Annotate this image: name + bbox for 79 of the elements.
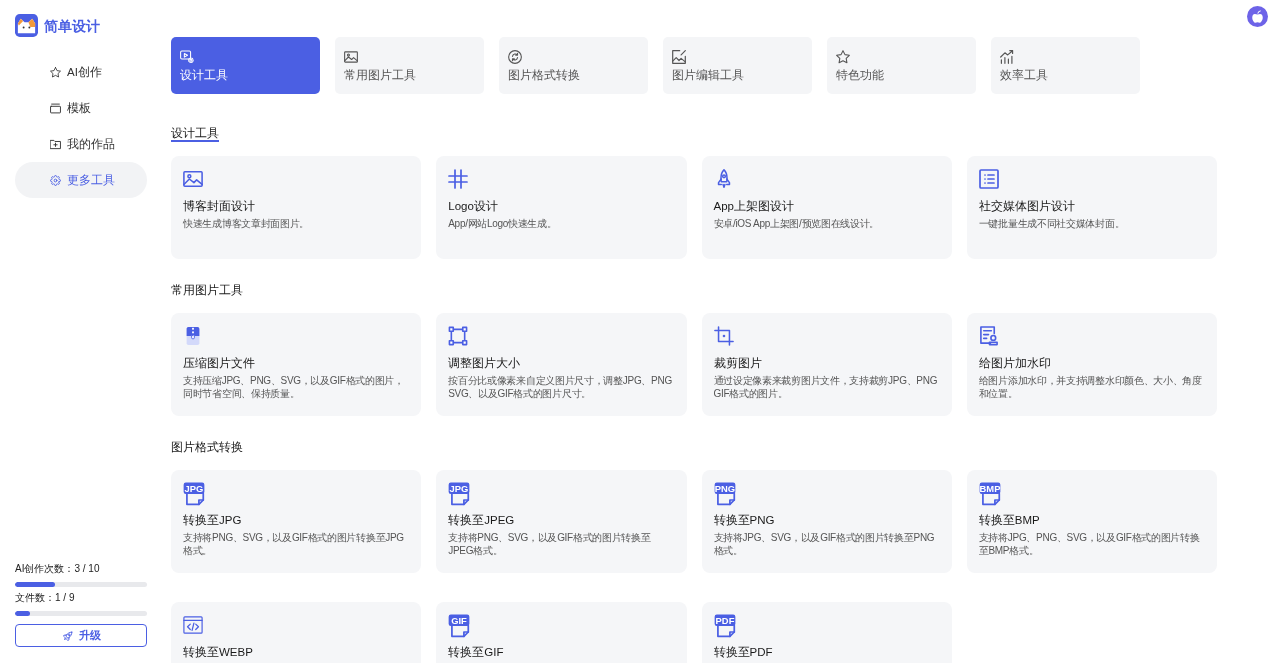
card-title: 转换至BMP <box>978 513 1040 528</box>
card-title: 压缩图片文件 <box>183 356 255 371</box>
card-description: 支持将PNG、SVG，以及GIF格式的图片转换至JPG格式。 <box>183 531 405 557</box>
category-tab[interactable]: 特色功能 <box>827 37 976 94</box>
card-description: 按百分比或像素来自定义图片尺寸，调整JPG、PNG SVG、以及GIF格式的图片尺寸。 <box>448 374 673 400</box>
tool-card[interactable]: 调整图片大小 按百分比或像素来自定义图片尺寸，调整JPG、PNG SVG、以及GIF格式的图片尺寸。 <box>436 313 687 416</box>
box-icon <box>50 102 61 114</box>
card-description: 通过设定像素来裁剪图片文件，支持裁剪JPG、PNG GIF格式的图片。 <box>713 374 939 400</box>
image-icon <box>344 50 358 64</box>
tool-card[interactable]: 博客封面设计 快速生成博客文章封面图片。 <box>171 156 422 259</box>
section-heading: 设计工具 <box>171 126 219 141</box>
section-heading: 图片格式转换 <box>171 440 243 455</box>
usage-label: AI创作次数：3 / 10 <box>15 562 101 576</box>
section-heading: 常用图片工具 <box>171 283 243 298</box>
stamp-document-icon <box>978 326 999 346</box>
tool-card[interactable]: JPG 转换至JPEG 支持将PNG、SVG，以及GIF格式的图片转换至JPEG格式。 <box>436 470 687 573</box>
sidebar-nav-item[interactable]: AI创作 <box>15 54 147 90</box>
image-edit-icon <box>672 50 686 64</box>
card-title: 转换至JPG <box>183 513 242 528</box>
card-title: 调整图片大小 <box>448 356 521 371</box>
sync-icon <box>508 50 522 64</box>
card-title: 转换至WEBP <box>183 645 253 660</box>
card-title: App上架图设计 <box>713 199 794 214</box>
video-gear-icon <box>180 50 194 64</box>
card-description: 支持将JPG、SVG，以及GIF格式的图片转换至PNG格式。 <box>713 531 936 557</box>
list-icon <box>978 169 999 189</box>
card-title: 给图片加水印 <box>978 356 1051 371</box>
card-description: 一键批量生成不同社交媒体封面。 <box>978 217 1125 230</box>
card-title: 裁剪图片 <box>713 356 762 371</box>
settings-icon <box>50 174 61 186</box>
tool-card[interactable]: BMP 转换至BMP 支持将JPG、PNG、SVG，以及GIF格式的图片转换至BMP格式。 <box>966 470 1217 573</box>
card-description: 支持压缩JPG、PNG、SVG，以及GIF格式的图片，同时节省空间、保持质量。 <box>183 374 405 400</box>
chart-up-icon <box>1000 50 1014 64</box>
star-icon <box>836 50 850 64</box>
card-title: 社交媒体图片设计 <box>978 199 1075 214</box>
upgrade-rocket-icon <box>61 629 74 642</box>
image-icon <box>183 169 203 189</box>
code-window-icon <box>183 615 203 635</box>
resize-icon <box>448 326 469 346</box>
sidebar-nav-item[interactable]: 更多工具 <box>15 162 147 198</box>
tool-card[interactable]: Logo设计 App/网站Logo快速生成。 <box>436 156 687 259</box>
card-title: 博客封面设计 <box>183 199 255 214</box>
category-tab[interactable]: 图片编辑工具 <box>663 37 812 94</box>
sidebar-nav-item[interactable]: 模板 <box>15 90 147 126</box>
hash-icon <box>448 169 469 189</box>
card-description: 安卓/iOS App上架图/预览图在线设计。 <box>713 217 880 230</box>
tool-card[interactable]: 给图片加水印 给图片添加水印，并支持调整水印颜色、大小、角度和位置。 <box>966 313 1217 416</box>
category-tab[interactable]: 效率工具 <box>991 37 1140 94</box>
card-title: 转换至GIF <box>448 645 504 660</box>
tool-card[interactable]: PNG 转换至PNG 支持将JPG、SVG，以及GIF格式的图片转换至PNG格式。 <box>701 470 952 573</box>
tool-card[interactable]: App上架图设计 安卓/iOS App上架图/预览图在线设计。 <box>701 156 952 259</box>
card-title: 转换至JPEG <box>448 513 515 528</box>
crop-icon <box>713 326 734 346</box>
sidebar-nav-item[interactable]: 我的作品 <box>15 126 147 162</box>
category-tab[interactable]: 常用图片工具 <box>335 37 484 94</box>
tool-card[interactable]: GIF 转换至GIF <box>436 602 687 663</box>
tool-card[interactable]: 压缩图片文件 支持压缩JPG、PNG、SVG，以及GIF格式的图片，同时节省空间、保持质量。 <box>171 313 422 416</box>
card-description: 支持将PNG、SVG，以及GIF格式的图片转换至JPEG格式。 <box>448 531 652 557</box>
folder-plus-icon <box>50 138 61 150</box>
tool-card[interactable]: 社交媒体图片设计 一键批量生成不同社交媒体封面。 <box>966 156 1217 259</box>
card-description: 支持将JPG、PNG、SVG，以及GIF格式的图片转换至BMP格式。 <box>978 531 1201 557</box>
usage-label: 文件数：1 / 9 <box>15 591 76 605</box>
cat-logo-icon <box>15 14 38 37</box>
tool-card[interactable]: 裁剪图片 通过设定像素来裁剪图片文件，支持裁剪JPG、PNG GIF格式的图片。 <box>701 313 952 416</box>
card-title: 转换至PNG <box>713 513 775 528</box>
category-tab[interactable]: 设计工具 <box>171 37 320 94</box>
tool-card[interactable]: 转换至WEBP <box>171 602 422 663</box>
card-description: 快速生成博客文章封面图片。 <box>183 217 310 230</box>
app-name: 简单设计 <box>44 16 100 36</box>
card-title: 转换至PDF <box>713 645 773 660</box>
card-title: Logo设计 <box>448 199 498 214</box>
card-description: App/网站Logo快速生成。 <box>448 217 557 230</box>
star-icon <box>50 66 61 78</box>
avatar-icon[interactable] <box>1247 6 1268 27</box>
tool-card[interactable]: PDF 转换至PDF <box>701 602 952 663</box>
tool-card[interactable]: JPG 转换至JPG 支持将PNG、SVG，以及GIF格式的图片转换至JPG格式。 <box>171 470 422 573</box>
upgrade-button[interactable]: 升级 <box>15 624 147 647</box>
category-tab[interactable]: 图片格式转换 <box>499 37 648 94</box>
card-description: 给图片添加水印，并支持调整水印颜色、大小、角度和位置。 <box>978 374 1203 400</box>
